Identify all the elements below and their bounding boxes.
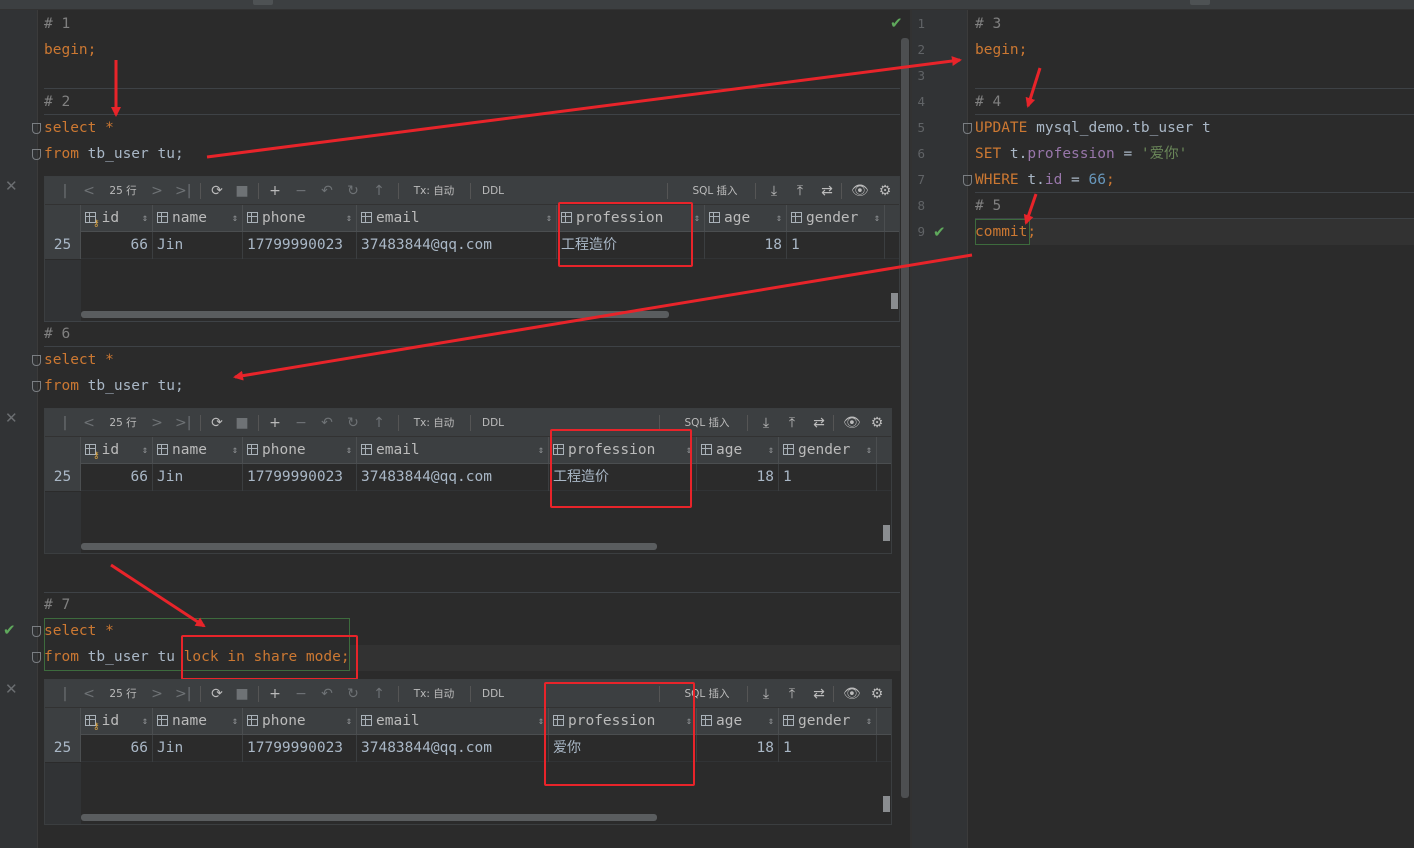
arrow [233, 253, 973, 381]
arrow [1025, 67, 1042, 108]
arrow [1023, 193, 1038, 225]
arrow [206, 56, 962, 159]
annotation-arrows [110, 56, 1042, 628]
arrow [110, 563, 206, 628]
